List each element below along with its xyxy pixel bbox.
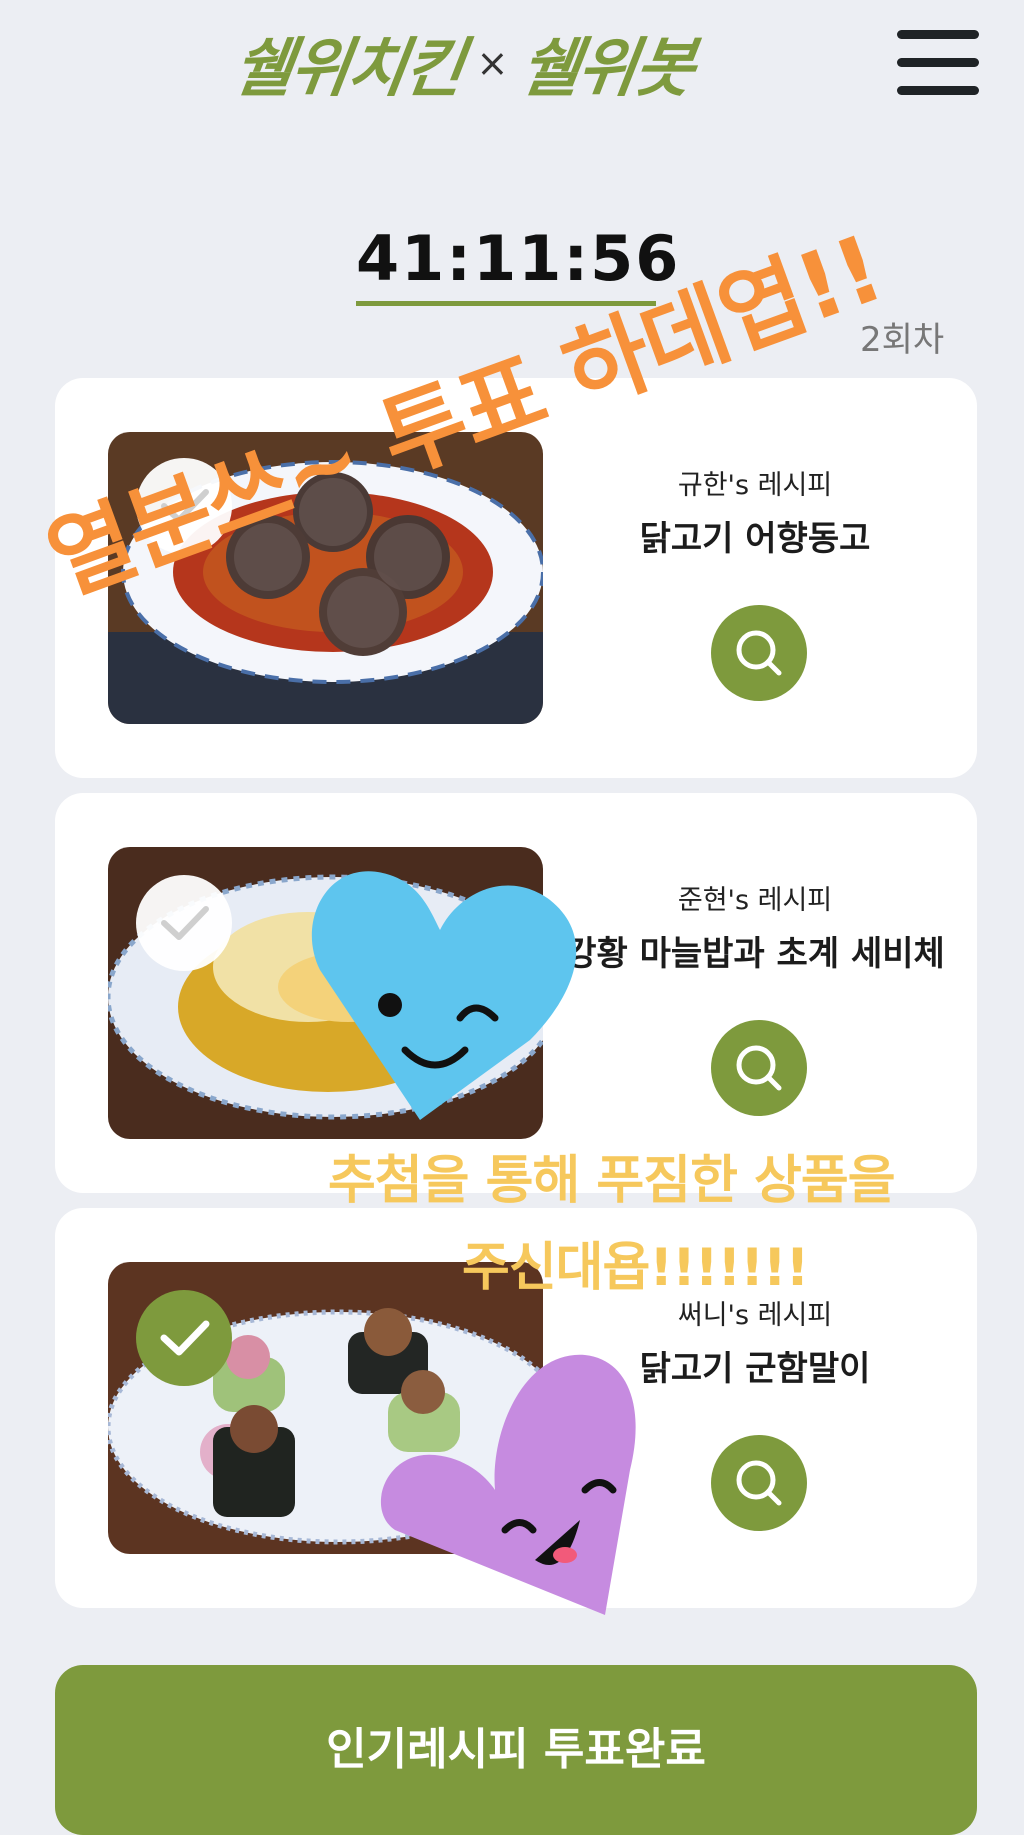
recipe-title: 닭고기 어향동고 (639, 519, 871, 559)
select-checkbox[interactable] (136, 875, 232, 971)
recipe-card-1[interactable]: 규한's 레시피 닭고기 어향동고 (55, 378, 977, 778)
select-checkbox[interactable] (136, 458, 232, 554)
recipe-card-2[interactable]: 준현's 레시피 강황 마늘밥과 초계 세비체 (55, 793, 977, 1193)
timer-underline (356, 301, 656, 306)
search-icon[interactable] (711, 1435, 807, 1531)
app-header: 쉘위치킨 × 쉘위봇 (0, 0, 1024, 130)
recipe-chef: 준현's 레시피 (677, 885, 833, 916)
vote-complete-button[interactable]: 인기레시피 투표완료 (55, 1665, 977, 1835)
select-checkbox-checked[interactable] (136, 1290, 232, 1386)
recipe-title: 강황 마늘밥과 초계 세비체 (565, 934, 945, 974)
recipe-chef: 규한's 레시피 (677, 470, 833, 501)
round-label: 2회차 (860, 320, 945, 360)
search-icon[interactable] (711, 605, 807, 701)
brand-x: × (476, 41, 509, 85)
countdown-timer: 41:11:56 (356, 222, 681, 295)
search-icon[interactable] (711, 1020, 807, 1116)
brand-right: 쉘위봇 (516, 32, 698, 106)
recipe-chef: 써니's 레시피 (677, 1300, 833, 1331)
recipe-card-3[interactable]: 써니's 레시피 닭고기 군함말이 (55, 1208, 977, 1608)
hamburger-menu-icon[interactable] (897, 30, 979, 96)
brand-logo: 쉘위치킨 × 쉘위봇 (229, 18, 697, 108)
recipe-title: 닭고기 군함말이 (639, 1349, 871, 1389)
brand-left: 쉘위치킨 (228, 32, 467, 106)
